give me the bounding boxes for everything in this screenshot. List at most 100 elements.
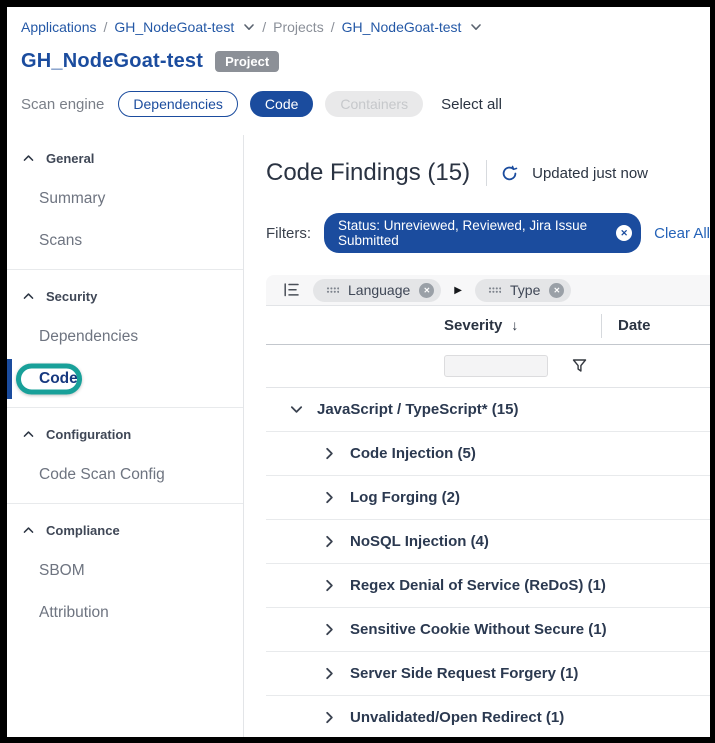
sidebar-item-label: Summary — [39, 190, 105, 207]
remove-group-by-icon[interactable]: ✕ — [419, 283, 434, 298]
filters-label: Filters: — [266, 225, 311, 242]
project-type-badge: Project — [215, 51, 279, 72]
drag-handle-icon[interactable] — [326, 286, 339, 295]
main-content: Code Findings (15) Updated just now Filt… — [244, 135, 710, 737]
refresh-icon — [500, 164, 519, 183]
breadcrumb-item[interactable]: GH_NodeGoat-test — [342, 19, 462, 35]
row-group-label: Sensitive Cookie Without Secure (1) — [350, 621, 607, 638]
table-row[interactable]: Sensitive Cookie Without Secure (1) — [266, 608, 710, 652]
severity-column-label: Severity — [444, 317, 502, 334]
breadcrumb-item[interactable]: Applications — [21, 19, 97, 35]
sidebar-item-label: Attribution — [39, 604, 109, 621]
scan-engine-pill-containers: Containers — [325, 91, 423, 117]
findings-header: Code Findings (15) Updated just now — [266, 157, 710, 189]
table-row[interactable]: NoSQL Injection (4) — [266, 520, 710, 564]
chevron-right-icon[interactable] — [322, 446, 337, 461]
chevron-up-icon — [22, 152, 35, 165]
chip-order-arrow-icon: ▶ — [454, 285, 462, 296]
sidebar-divider — [7, 407, 243, 408]
sidebar-item-attribution[interactable]: Attribution — [7, 592, 243, 634]
chevron-down-icon[interactable] — [289, 402, 304, 417]
chevron-down-icon[interactable] — [243, 21, 255, 33]
table-header-row: Severity ↓ Date — [266, 305, 710, 345]
column-divider — [601, 314, 602, 338]
breadcrumb-separator: / — [104, 19, 108, 35]
row-group-label: NoSQL Injection (4) — [350, 533, 489, 550]
chevron-right-icon[interactable] — [322, 490, 337, 505]
sidebar-section-title: Configuration — [46, 427, 131, 442]
chevron-right-icon[interactable] — [322, 666, 337, 681]
group-by-chip-label: Type — [510, 282, 540, 298]
row-group-label: Code Injection (5) — [350, 445, 476, 462]
table-filter-row — [266, 345, 710, 388]
remove-status-filter-icon[interactable]: ✕ — [616, 225, 632, 241]
sidebar-item-label: Scans — [39, 232, 82, 249]
app-window: Applications/GH_NodeGoat-test/Projects/G… — [7, 7, 710, 737]
sidebar-item-summary[interactable]: Summary — [7, 178, 243, 220]
chevron-right-icon[interactable] — [322, 622, 337, 637]
sidebar-item-label: Dependencies — [39, 328, 138, 345]
chevron-right-icon[interactable] — [322, 534, 337, 549]
column-header-date[interactable]: Date — [618, 306, 651, 344]
group-by-icon[interactable] — [283, 282, 300, 298]
column-header-severity[interactable]: Severity ↓ — [444, 306, 518, 344]
remove-group-by-icon[interactable]: ✕ — [549, 283, 564, 298]
sidebar-item-dependencies[interactable]: Dependencies — [7, 316, 243, 358]
scan-engine-pill-code[interactable]: Code — [250, 91, 313, 117]
clear-all-filters-button[interactable]: Clear All — [654, 225, 710, 242]
group-by-toolbar: Language✕ ▶ Type ✕ — [266, 275, 710, 305]
breadcrumb-item[interactable]: GH_NodeGoat-test — [114, 19, 234, 35]
page-title: GH_NodeGoat-test — [21, 50, 203, 73]
sidebar: General Summary Scans Security Dependencies C… — [7, 135, 244, 737]
page-body: General Summary Scans Security Dependencies C… — [7, 135, 710, 737]
filter-funnel-icon[interactable] — [571, 358, 588, 374]
chevron-right-icon[interactable] — [322, 710, 337, 725]
table-row[interactable]: Regex Denial of Service (ReDoS) (1) — [266, 564, 710, 608]
table-row[interactable]: Server Side Request Forgery (1) — [266, 652, 710, 696]
group-by-chip-language[interactable]: Language✕ — [313, 279, 441, 302]
group-by-chip-type[interactable]: Type ✕ — [475, 279, 571, 302]
sidebar-divider — [7, 269, 243, 270]
sidebar-section-title: Security — [46, 289, 97, 304]
sidebar-item-scans[interactable]: Scans — [7, 220, 243, 262]
table-rows: JavaScript / TypeScript* (15) Code Inject… — [266, 388, 710, 737]
breadcrumb-separator: / — [331, 19, 335, 35]
chevron-up-icon — [22, 524, 35, 537]
sidebar-item-code-scan-config[interactable]: Code Scan Config — [7, 454, 243, 496]
sidebar-section-configuration[interactable]: Configuration — [7, 415, 243, 454]
refresh-button[interactable] — [500, 164, 519, 183]
scan-engine-label: Scan engine — [21, 96, 104, 113]
row-group-label: Log Forging (2) — [350, 489, 460, 506]
chevron-right-icon[interactable] — [322, 578, 337, 593]
scan-engine-pill-dependencies[interactable]: Dependencies — [118, 91, 238, 117]
row-group-label: Unvalidated/Open Redirect (1) — [350, 709, 564, 726]
status-filter-chip[interactable]: Status: Unreviewed, Reviewed, Jira Issue… — [324, 213, 641, 253]
divider — [486, 160, 487, 186]
table-row[interactable]: Unvalidated/Open Redirect (1) — [266, 696, 710, 737]
breadcrumb: Applications/GH_NodeGoat-test/Projects/G… — [21, 16, 696, 38]
sidebar-section-general[interactable]: General — [7, 139, 243, 178]
select-all-button[interactable]: Select all — [441, 96, 502, 113]
table-row[interactable]: Code Injection (5) — [266, 432, 710, 476]
sidebar-item-label: Code Scan Config — [39, 466, 165, 483]
table-row[interactable]: Log Forging (2) — [266, 476, 710, 520]
sidebar-item-sbom[interactable]: SBOM — [7, 550, 243, 592]
sidebar-item-label: SBOM — [39, 562, 85, 579]
row-group-label: Server Side Request Forgery (1) — [350, 665, 578, 682]
status-filter-chip-label: Status: Unreviewed, Reviewed, Jira Issue… — [338, 218, 608, 248]
chevron-up-icon — [22, 290, 35, 303]
sidebar-item-label: Code — [39, 370, 78, 387]
severity-filter-input[interactable] — [444, 355, 548, 377]
drag-handle-icon[interactable] — [488, 286, 501, 295]
sidebar-item-code[interactable]: Code — [7, 358, 243, 400]
sidebar-section-compliance[interactable]: Compliance — [7, 511, 243, 550]
title-row: GH_NodeGoat-test Project — [21, 47, 696, 75]
table-row[interactable]: JavaScript / TypeScript* (15) — [266, 388, 710, 432]
findings-table: Language✕ ▶ Type ✕ Severity ↓ Date — [266, 275, 710, 737]
findings-title: Code Findings (15) — [266, 159, 470, 187]
sidebar-section-security[interactable]: Security — [7, 277, 243, 316]
row-group-label: JavaScript / TypeScript* (15) — [317, 401, 518, 418]
chevron-down-icon[interactable] — [470, 21, 482, 33]
sidebar-divider — [7, 503, 243, 504]
page-header: Applications/GH_NodeGoat-test/Projects/G… — [7, 7, 710, 119]
